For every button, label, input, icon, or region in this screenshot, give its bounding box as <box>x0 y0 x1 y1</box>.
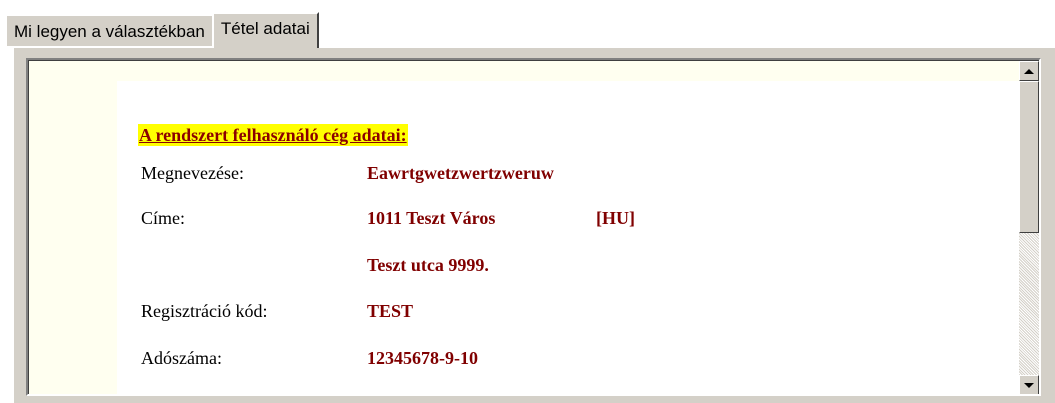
field-value-name: Eawrtgwetzwertzweruw <box>367 163 554 183</box>
field-value-street: Teszt utca 9999. <box>367 255 489 275</box>
html-viewer: A rendszert felhasználó cég adatai: Megn… <box>26 58 1041 396</box>
tab-strip: Mi legyen a választékban Tétel adatai <box>6 10 319 48</box>
field-label-address: Címe: <box>141 208 185 228</box>
tab-item-details[interactable]: Tétel adatai <box>211 12 319 48</box>
tab-panel: A rendszert felhasználó cég adatai: Megn… <box>12 46 1055 403</box>
field-label-tax-number: Adószáma: <box>141 348 222 368</box>
scroll-up-arrow-icon <box>1024 68 1034 74</box>
field-label-registration: Regisztráció kód: <box>141 301 268 321</box>
scrollbar-thumb[interactable] <box>1019 81 1039 233</box>
scroll-down-arrow-icon <box>1024 382 1034 388</box>
vertical-scrollbar[interactable] <box>1019 61 1039 394</box>
field-value-country-code: [HU] <box>596 208 635 228</box>
scroll-down-button[interactable] <box>1019 375 1039 394</box>
viewer-inner: A rendszert felhasználó cég adatai: Megn… <box>28 60 1039 394</box>
field-label-name: Megnevezése: <box>141 163 244 183</box>
field-value-address-city: 1011 Teszt Város <box>367 208 496 228</box>
field-value-tax-number: 12345678-9-10 <box>367 348 478 368</box>
company-heading: A rendszert felhasználó cég adatai: <box>138 124 408 146</box>
tab-assortment[interactable]: Mi legyen a választékban <box>6 15 214 46</box>
company-info-area: A rendszert felhasználó cég adatai: Megn… <box>117 81 1022 394</box>
field-value-registration: TEST <box>367 301 414 321</box>
scroll-up-button[interactable] <box>1019 61 1039 81</box>
